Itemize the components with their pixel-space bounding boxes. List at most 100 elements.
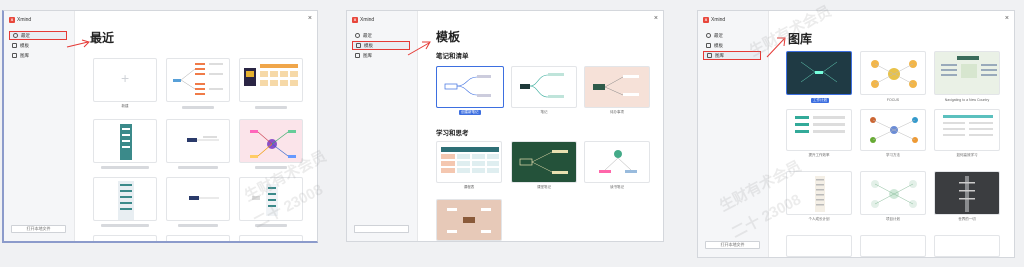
list-thumbnail [943, 115, 993, 136]
mindmap-thumbnail [173, 63, 223, 95]
gallery-card[interactable] [860, 51, 926, 95]
template-label: 课程表 [463, 185, 475, 189]
list-thumbnail [118, 181, 134, 220]
close-icon[interactable]: × [1005, 15, 1009, 22]
image-icon [707, 53, 712, 58]
gallery-label: FOCUS [886, 98, 900, 102]
app-title: X Xmind [703, 17, 725, 23]
gallery-card[interactable] [860, 235, 926, 257]
gallery-card[interactable] [786, 171, 852, 215]
mindmap-thumbnail [871, 60, 917, 88]
file-name-blurred [255, 106, 287, 109]
recent-file-card[interactable] [93, 235, 157, 241]
page-title: 模板 [436, 30, 461, 44]
open-local-file-button[interactable]: 打开本地文件 [705, 241, 760, 249]
sidebar-nav: 最近 模板 图库 [9, 31, 67, 61]
gallery-label: 个人成长计划 [808, 217, 830, 221]
gallery-card[interactable] [786, 235, 852, 257]
annotation-arrow [766, 37, 786, 58]
template-label: 待办事项 [610, 110, 624, 114]
section-heading: 笔记和清单 [436, 52, 469, 60]
template-card[interactable] [436, 141, 502, 183]
open-local-file-button-dup [354, 225, 409, 233]
sidebar-item-templates[interactable]: 模板 [352, 41, 410, 50]
sidebar-nav: 最近 模板 图库 [352, 31, 410, 61]
recent-file-card[interactable] [239, 58, 303, 102]
file-name-blurred [178, 224, 218, 227]
sidebar-nav: 最近 模板 图库 [703, 31, 761, 61]
new-file-label: 新建 [121, 104, 129, 108]
recent-file-card[interactable] [93, 119, 157, 163]
recent-file-card[interactable] [239, 177, 303, 221]
mindmap-thumbnail [252, 184, 278, 216]
sidebar-item-templates[interactable]: 模板 [703, 41, 761, 50]
sidebar-item-recent[interactable]: 最近 [352, 31, 410, 40]
gallery-label: 工作计划 [811, 98, 829, 103]
mindmap-thumbnail [189, 196, 219, 200]
sidebar: X Xmind 最近 模板 图库 打开本地文件 [698, 11, 769, 257]
mindmap-thumbnail [870, 117, 918, 143]
file-name-blurred [101, 224, 149, 227]
gallery-card[interactable] [934, 51, 1000, 95]
recent-file-card[interactable] [166, 119, 230, 163]
clock-icon [13, 33, 18, 38]
app-title: X Xmind [9, 17, 31, 23]
gallery-card[interactable] [934, 235, 1000, 257]
template-label: 笔记 [540, 110, 548, 114]
xmind-logo-icon: X [352, 17, 358, 23]
sidebar: X Xmind 最近 模板 图库 打开本地文件 [4, 11, 75, 241]
sidebar-item-recent[interactable]: 最近 [703, 31, 761, 40]
gallery-card[interactable] [786, 109, 852, 151]
template-card[interactable] [584, 66, 650, 108]
template-card-selected[interactable] [436, 66, 504, 108]
template-card[interactable] [584, 141, 650, 183]
gallery-label: 世界的一切 [958, 217, 976, 221]
section-heading: 学习和思考 [436, 129, 469, 137]
gallery-card-selected[interactable] [786, 51, 852, 95]
mindmap-thumbnail [250, 130, 296, 158]
gallery-card[interactable] [860, 109, 926, 151]
recent-file-card[interactable] [239, 119, 303, 163]
template-card[interactable] [511, 141, 577, 183]
file-name-blurred [182, 106, 214, 109]
recent-file-card[interactable] [239, 235, 303, 241]
gallery-card[interactable] [934, 109, 1000, 151]
grid-icon [706, 43, 711, 48]
gallery-card[interactable] [860, 171, 926, 215]
sidebar-item-templates[interactable]: 模板 [9, 41, 67, 50]
recent-file-card[interactable] [166, 58, 230, 102]
clock-icon [706, 33, 711, 38]
sidebar-item-gallery[interactable]: 图库 [9, 51, 67, 60]
template-card[interactable] [436, 199, 502, 241]
recent-file-card[interactable] [166, 235, 230, 241]
app-name: Xmind [17, 17, 32, 23]
page-title: 图库 [788, 32, 813, 46]
recent-file-card[interactable] [166, 177, 230, 221]
file-name-blurred [101, 166, 149, 169]
template-card[interactable] [511, 66, 577, 108]
gallery-label: 学习方法 [886, 153, 900, 157]
screenshot-canvas: X Xmind 最近 模板 图库 打开本地文件 × 最近 + 新建 X Xmin… [0, 0, 1024, 267]
gallery-label: 提升工作效率 [808, 153, 830, 157]
close-icon[interactable]: × [308, 15, 312, 22]
app-name: Xmind [360, 17, 375, 23]
template-label: 读书笔记 [610, 185, 624, 189]
open-local-file-button[interactable]: 打开本地文件 [11, 225, 66, 233]
mindmap-thumbnail [599, 150, 637, 173]
sidebar-item-recent[interactable]: 最近 [9, 31, 67, 40]
app-title: X Xmind [352, 17, 374, 23]
sidebar-item-gallery[interactable]: 图库 [703, 51, 761, 60]
mindmap-thumbnail [519, 150, 568, 174]
new-file-card[interactable]: + [93, 58, 157, 102]
close-icon[interactable]: × [654, 15, 658, 22]
sidebar-item-gallery[interactable]: 图库 [352, 51, 410, 60]
page-title: 最近 [90, 31, 115, 45]
table-thumbnail [441, 147, 499, 173]
gallery-card[interactable] [934, 171, 1000, 215]
mindmap-thumbnail [444, 75, 491, 97]
recent-file-card[interactable] [93, 177, 157, 221]
file-name-blurred [255, 166, 287, 169]
mindmap-thumbnail [520, 73, 564, 98]
grid-icon [356, 43, 361, 48]
mindmap-thumbnail [593, 75, 639, 96]
